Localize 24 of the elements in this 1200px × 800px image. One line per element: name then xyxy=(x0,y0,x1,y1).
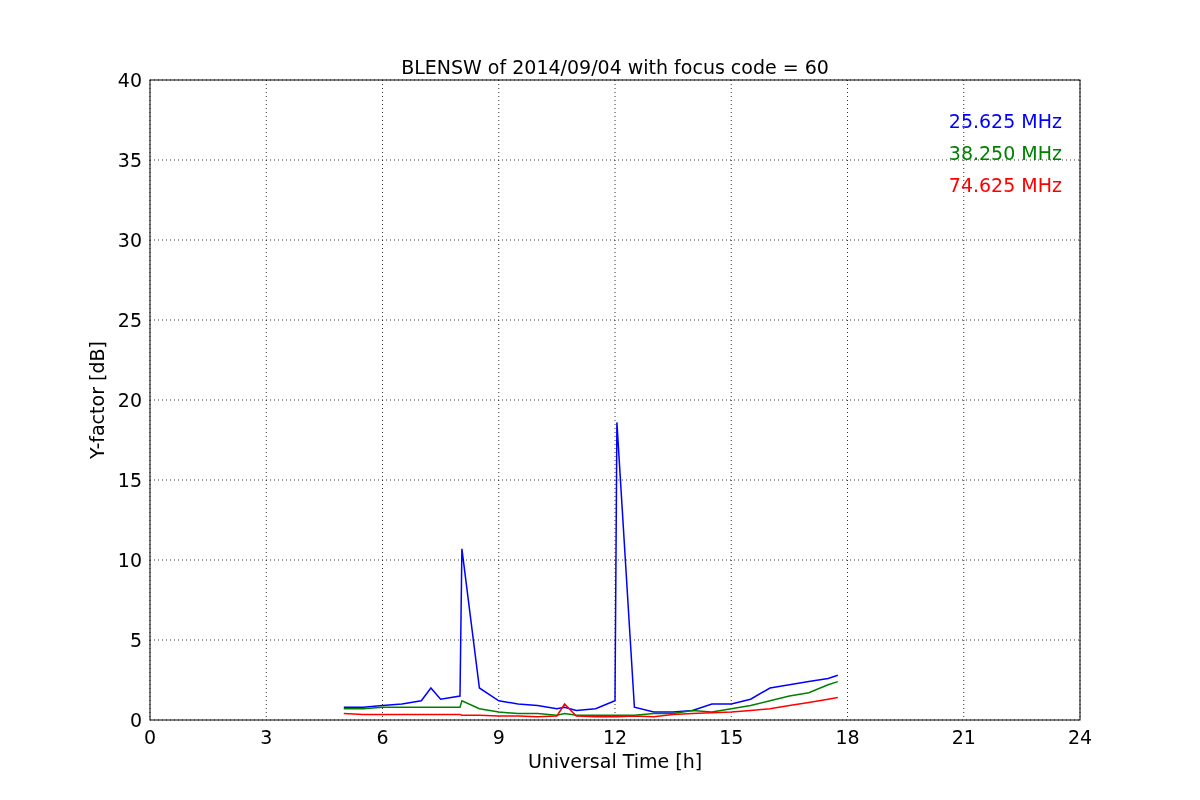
legend-label: 74.625 MHz xyxy=(948,174,1062,196)
tick-label: 5 xyxy=(129,629,142,651)
axis-label: Universal Time [h] xyxy=(527,750,703,772)
tick-label: 24 xyxy=(1067,726,1093,748)
tick-label: 6 xyxy=(376,726,389,748)
tick-label: 35 xyxy=(117,149,142,171)
tick-label: 40 xyxy=(117,69,142,91)
tick-label: 15 xyxy=(117,469,142,491)
legend-label: 38.250 MHz xyxy=(948,142,1062,164)
tick-label: 30 xyxy=(117,229,142,251)
axis-label: Y-factor [dB] xyxy=(86,341,108,459)
legend-label: 25.625 MHz xyxy=(948,110,1062,132)
tick-label: 3 xyxy=(260,726,273,748)
tick-label: 10 xyxy=(117,549,142,571)
tick-label: 20 xyxy=(117,389,142,411)
tick-label: 12 xyxy=(602,726,628,748)
tick-label: 0 xyxy=(143,726,157,748)
tick-label: 15 xyxy=(719,726,744,748)
tick-label: 9 xyxy=(492,726,505,748)
tick-label: 25 xyxy=(117,309,142,331)
tick-label: 21 xyxy=(951,726,976,748)
chart-title: BLENSW of 2014/09/04 with focus code = 60 xyxy=(401,56,829,78)
tick-label: 0 xyxy=(129,709,142,731)
tick-label: 18 xyxy=(835,726,860,748)
